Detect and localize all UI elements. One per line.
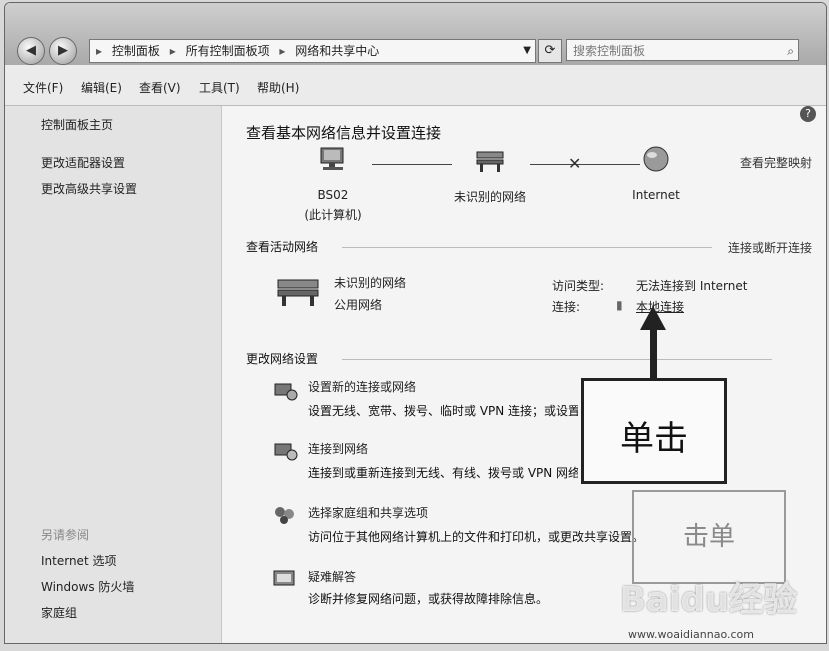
- change-adapter-settings-link[interactable]: 更改适配器设置: [41, 154, 125, 171]
- menu-help[interactable]: 帮助(H): [257, 79, 299, 96]
- connect-to-network-desc: 连接到或重新连接到无线、有线、拨号或 VPN 网络连接。: [308, 466, 578, 480]
- bleed-through-ghost-text: 击单: [632, 490, 786, 584]
- windows-firewall-link[interactable]: Windows 防火墙: [41, 578, 134, 595]
- active-network-type[interactable]: 公用网络: [334, 296, 382, 313]
- menu-view[interactable]: 查看(V): [139, 79, 181, 96]
- setup-new-connection-link[interactable]: 设置新的连接或网络: [308, 378, 416, 395]
- disconnected-x-icon: ✕: [568, 154, 582, 173]
- connect-to-network-link[interactable]: 连接到网络: [308, 440, 368, 457]
- control-panel-home-link[interactable]: 控制面板主页: [41, 116, 113, 133]
- internet-node[interactable]: Internet: [618, 146, 694, 202]
- troubleshoot-desc: 诊断并修复网络问题，或获得故障排除信息。: [308, 592, 549, 606]
- breadcrumb-item[interactable]: 控制面板: [112, 40, 160, 62]
- computer-node[interactable]: BS02 (此计算机): [298, 146, 368, 223]
- homegroup-sharing-desc: 访问位于其他网络计算机上的文件和打印机，或更改共享设置。: [308, 530, 645, 544]
- internet-label: Internet: [632, 188, 680, 202]
- breadcrumb-separator-icon: ▸: [279, 44, 286, 58]
- active-network-name: 未识别的网络: [334, 276, 407, 290]
- baidu-watermark: Baidu经验: [620, 580, 798, 620]
- active-network-bench-icon: [274, 274, 322, 308]
- breadcrumb-item[interactable]: 网络和共享中心: [295, 40, 379, 62]
- address-chevron-icon: ▸: [96, 44, 103, 58]
- click-callout-box: 单击: [581, 378, 727, 484]
- setup-new-connection-desc: 设置无线、宽带、拨号、临时或 VPN 连接；或设置路由器或访问点。: [308, 404, 578, 418]
- new-connection-icon: [272, 380, 298, 402]
- help-icon[interactable]: ?: [800, 106, 816, 122]
- computer-name: BS02: [317, 188, 349, 202]
- network-node[interactable]: 未识别的网络: [448, 146, 532, 205]
- annotation-arrow-head-icon: [640, 306, 666, 330]
- forward-button[interactable]: ▶: [49, 37, 77, 65]
- homegroup-link[interactable]: 家庭组: [41, 604, 77, 621]
- breadcrumb-separator-icon: ▸: [169, 44, 176, 58]
- address-dropdown-icon[interactable]: ▼: [523, 40, 531, 62]
- back-button[interactable]: ◀: [17, 37, 45, 65]
- title-bar: ◀ ▶ ▸ 控制面板 ▸ 所有控制面板项 ▸ 网络和共享中心 ▼ ⟳ 搜索控制面…: [5, 3, 826, 65]
- search-icon[interactable]: ⌕: [787, 40, 794, 62]
- site-watermark: www.woaidiannao.com: [628, 628, 754, 641]
- computer-icon: [316, 146, 350, 174]
- annotation-arrow-shaft: [650, 328, 657, 380]
- change-settings-title: 更改网络设置: [246, 352, 319, 366]
- menu-tools[interactable]: 工具(T): [199, 79, 240, 96]
- internet-options-link[interactable]: Internet 选项: [41, 552, 116, 569]
- globe-icon: [639, 146, 673, 174]
- search-input[interactable]: 搜索控制面板 ⌕: [566, 39, 799, 61]
- refresh-button[interactable]: ⟳: [538, 39, 562, 63]
- troubleshoot-icon: [272, 568, 298, 590]
- homegroup-sharing-link[interactable]: 选择家庭组和共享选项: [308, 504, 428, 521]
- map-link-line: [372, 164, 452, 165]
- connection-status-icon: ▮: [616, 298, 623, 312]
- network-bench-icon: [473, 146, 507, 174]
- troubleshoot-link[interactable]: 疑难解答: [308, 568, 356, 585]
- network-name: 未识别的网络: [453, 190, 526, 204]
- page-title: 查看基本网络信息并设置连接: [246, 124, 442, 142]
- click-callout-text: 单击: [620, 419, 688, 459]
- connect-disconnect-link[interactable]: 连接或断开连接: [728, 239, 812, 256]
- menu-bar: 文件(F) 编辑(E) 查看(V) 工具(T) 帮助(H): [5, 65, 826, 106]
- address-bar[interactable]: ▸ 控制面板 ▸ 所有控制面板项 ▸ 网络和共享中心 ▼: [89, 39, 536, 63]
- homegroup-sharing-icon: [272, 504, 298, 526]
- change-advanced-sharing-link[interactable]: 更改高级共享设置: [41, 180, 137, 197]
- computer-subtitle: (此计算机): [304, 208, 362, 222]
- left-panel: 控制面板主页 更改适配器设置 更改高级共享设置 另请参阅 Internet 选项…: [5, 106, 222, 643]
- menu-file[interactable]: 文件(F): [23, 79, 63, 96]
- section-divider: [342, 247, 712, 248]
- view-full-map-link[interactable]: 查看完整映射: [740, 154, 812, 171]
- section-divider: [342, 359, 772, 360]
- active-network-title: 查看活动网络: [246, 240, 319, 254]
- breadcrumb-item[interactable]: 所有控制面板项: [186, 40, 270, 62]
- connections-label: 连接:: [552, 300, 581, 314]
- access-type-value: 无法连接到 Internet: [636, 279, 748, 293]
- access-type-label: 访问类型:: [552, 279, 605, 293]
- search-placeholder: 搜索控制面板: [573, 44, 646, 58]
- connect-network-icon: [272, 440, 298, 462]
- see-also-title: 另请参阅: [41, 528, 90, 542]
- menu-edit[interactable]: 编辑(E): [81, 79, 122, 96]
